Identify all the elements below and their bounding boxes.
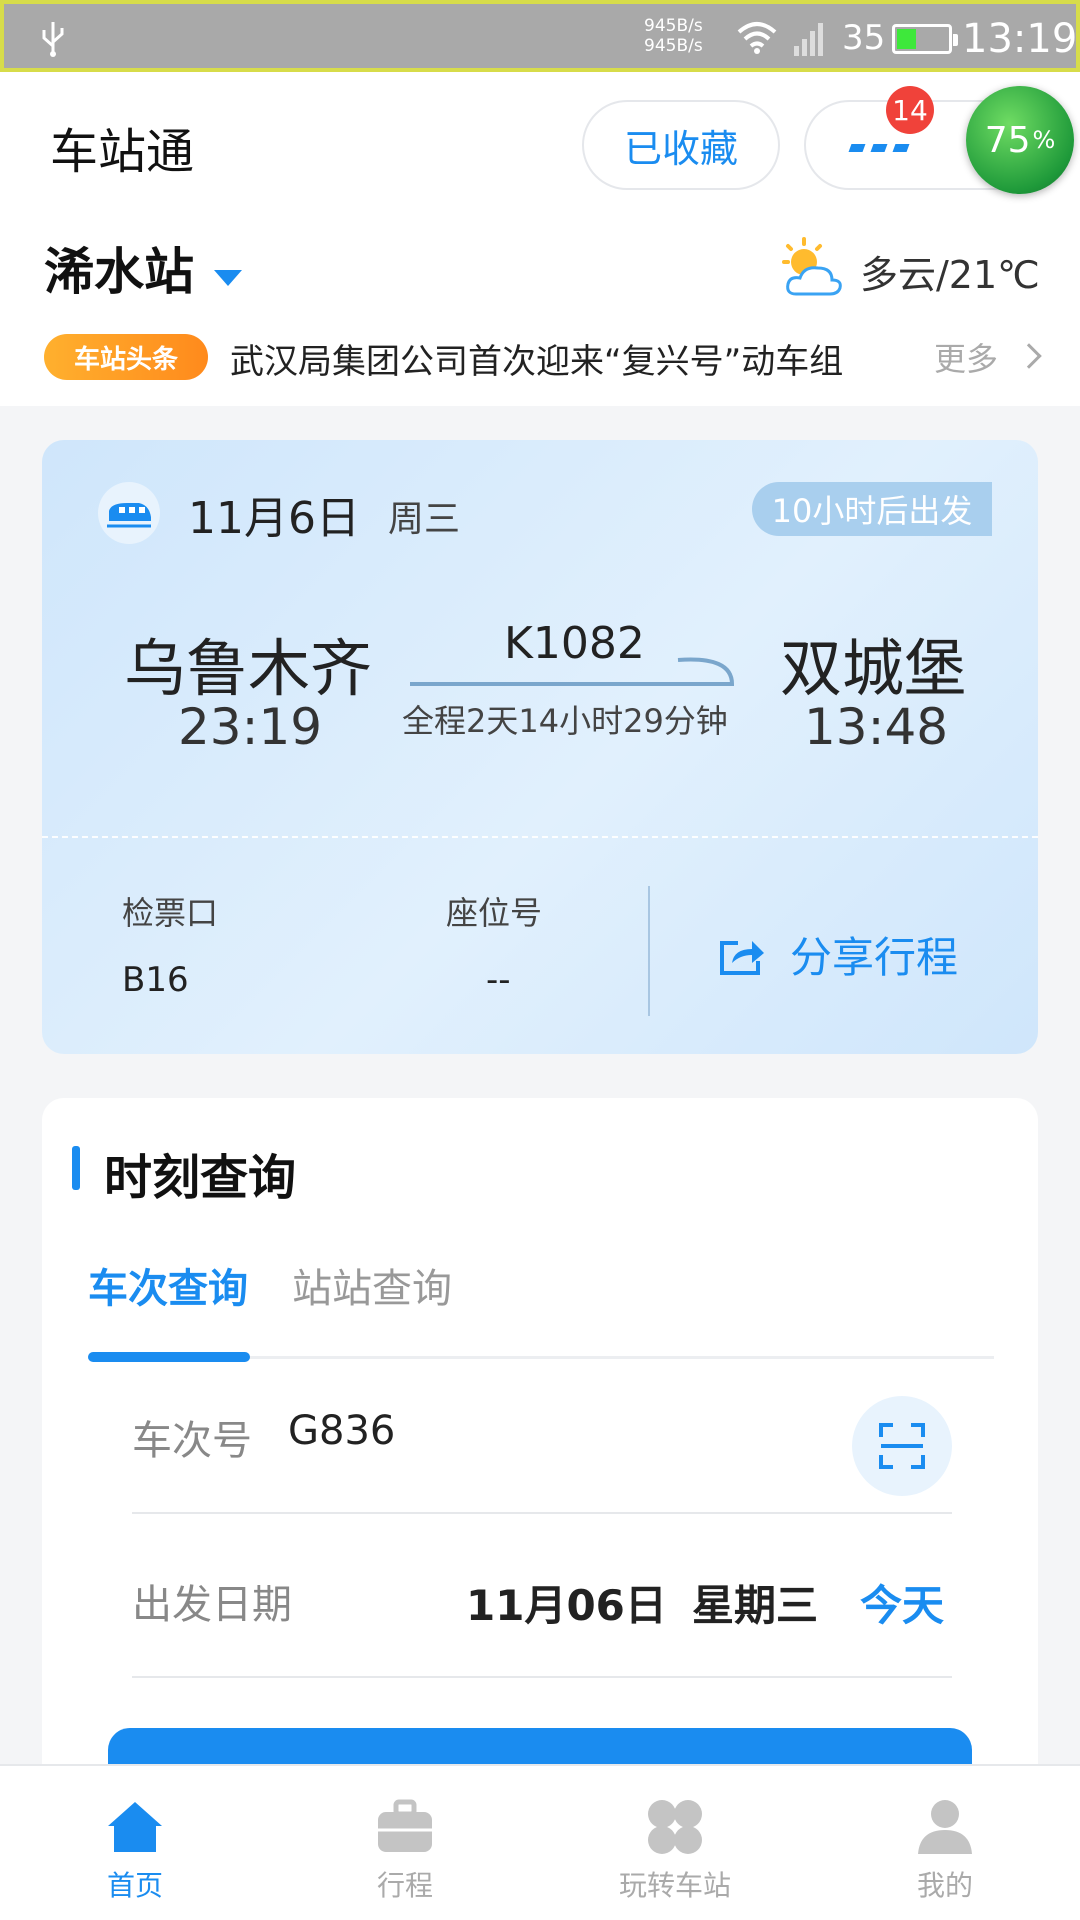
battery-icon xyxy=(892,24,958,54)
gate-value: B16 xyxy=(122,960,189,1000)
trip-date: 11月6日 xyxy=(188,493,360,544)
nav-trips[interactable]: 行程 xyxy=(270,1766,540,1920)
share-icon xyxy=(720,940,764,975)
clock: 13:19 xyxy=(962,16,1078,62)
briefcase-icon xyxy=(378,1799,432,1852)
nav-explore-label: 玩转车站 xyxy=(618,1869,731,1902)
seat-value: -- xyxy=(486,960,511,1000)
tab-station-query[interactable]: 站站查询 xyxy=(292,1256,452,1314)
favorites-button[interactable]: 已收藏 xyxy=(582,100,780,190)
nav-mine[interactable]: 我的 xyxy=(810,1766,1080,1920)
arrival-city: 双城堡 xyxy=(780,632,967,705)
card-divider xyxy=(42,836,1038,838)
caret-down-icon[interactable] xyxy=(214,270,242,286)
train-icon xyxy=(98,482,160,544)
trip-card[interactable]: 11月6日 周三 10小时后出发 乌鲁木齐 23:19 K1082 全程2天14… xyxy=(42,440,1038,1054)
train-number-input[interactable] xyxy=(288,1408,688,1454)
depart-date-label: 出发日期 xyxy=(132,1582,292,1628)
bottom-nav: 首页 行程 玩转车站 我的 xyxy=(0,1764,1080,1920)
nav-explore[interactable]: 玩转车站 xyxy=(540,1766,810,1920)
news-headline[interactable]: 武汉局集团公司首次迎来“复兴号”动车组 xyxy=(230,334,843,383)
user-icon xyxy=(918,1800,972,1854)
scan-button[interactable] xyxy=(852,1396,952,1496)
seat-label: 座位号 xyxy=(446,894,543,932)
share-trip-button[interactable]: 分享行程 xyxy=(718,924,958,985)
net-up-speed: 945B/s xyxy=(644,16,703,36)
signal-icon xyxy=(794,23,823,56)
route-arrow-icon xyxy=(410,657,735,686)
app-title: 车站通 xyxy=(50,124,195,180)
departure-time: 23:19 xyxy=(178,698,323,756)
row-divider xyxy=(132,1512,952,1514)
nav-mine-label: 我的 xyxy=(916,1869,973,1902)
section-title: 时刻查询 xyxy=(104,1150,297,1206)
progress-orb[interactable]: 75% xyxy=(966,86,1074,194)
vertical-divider xyxy=(648,886,650,1016)
progress-value: 75 xyxy=(984,119,1031,161)
battery-fill xyxy=(897,29,916,49)
depart-date-weekday[interactable]: 星期三 xyxy=(692,1572,818,1633)
tab-indicator xyxy=(88,1352,250,1362)
tab-train-query[interactable]: 车次查询 xyxy=(88,1256,248,1314)
depart-date-today[interactable]: 今天 xyxy=(860,1572,944,1633)
progress-unit: % xyxy=(1032,126,1056,154)
trip-weekday: 周三 xyxy=(388,499,461,540)
share-trip-label: 分享行程 xyxy=(790,933,959,982)
row-divider xyxy=(132,1676,952,1678)
notification-badge: 14 xyxy=(886,86,934,134)
nav-home[interactable]: 首页 xyxy=(0,1766,270,1920)
chevron-right-icon[interactable] xyxy=(1016,343,1042,369)
trip-duration: 全程2天14小时29分钟 xyxy=(402,702,728,740)
arrival-time: 13:48 xyxy=(804,698,949,756)
partly-cloudy-icon xyxy=(782,237,842,296)
depart-countdown: 10小时后出发 xyxy=(752,482,992,536)
more-icon xyxy=(848,144,910,152)
header: 车站通 已收藏 14 75% 浠水站 多云/21℃ 车站头条 武汉局集团公司首次… xyxy=(0,72,1080,406)
nav-trips-label: 行程 xyxy=(376,1869,433,1902)
gate-label: 检票口 xyxy=(122,894,219,932)
usb-icon xyxy=(42,22,64,57)
station-selector[interactable]: 浠水站 xyxy=(44,232,194,304)
clover-icon xyxy=(648,1800,702,1854)
nav-home-label: 首页 xyxy=(106,1869,163,1902)
news-tag: 车站头条 xyxy=(44,334,208,380)
news-more-link[interactable]: 更多 xyxy=(934,334,998,380)
network-speed: 945B/s 945B/s xyxy=(644,16,703,56)
net-down-speed: 945B/s xyxy=(644,36,703,56)
depart-date-value[interactable]: 11月06日 xyxy=(466,1572,667,1633)
wifi-icon xyxy=(737,22,777,54)
battery-percent: 35 xyxy=(842,18,886,58)
departure-city: 乌鲁木齐 xyxy=(124,632,373,705)
home-icon xyxy=(108,1802,162,1852)
schedule-query-card: 时刻查询 车次查询 站站查询 车次号 出发日期 11月06日 星期三 今天 xyxy=(42,1098,1038,1818)
train-number-label: 车次号 xyxy=(132,1418,252,1464)
section-marker xyxy=(72,1146,80,1190)
status-bar: 945B/s 945B/s 35 13:19 xyxy=(0,0,1080,72)
scan-icon xyxy=(879,1423,925,1469)
weather-text: 多云/21℃ xyxy=(860,253,1040,297)
